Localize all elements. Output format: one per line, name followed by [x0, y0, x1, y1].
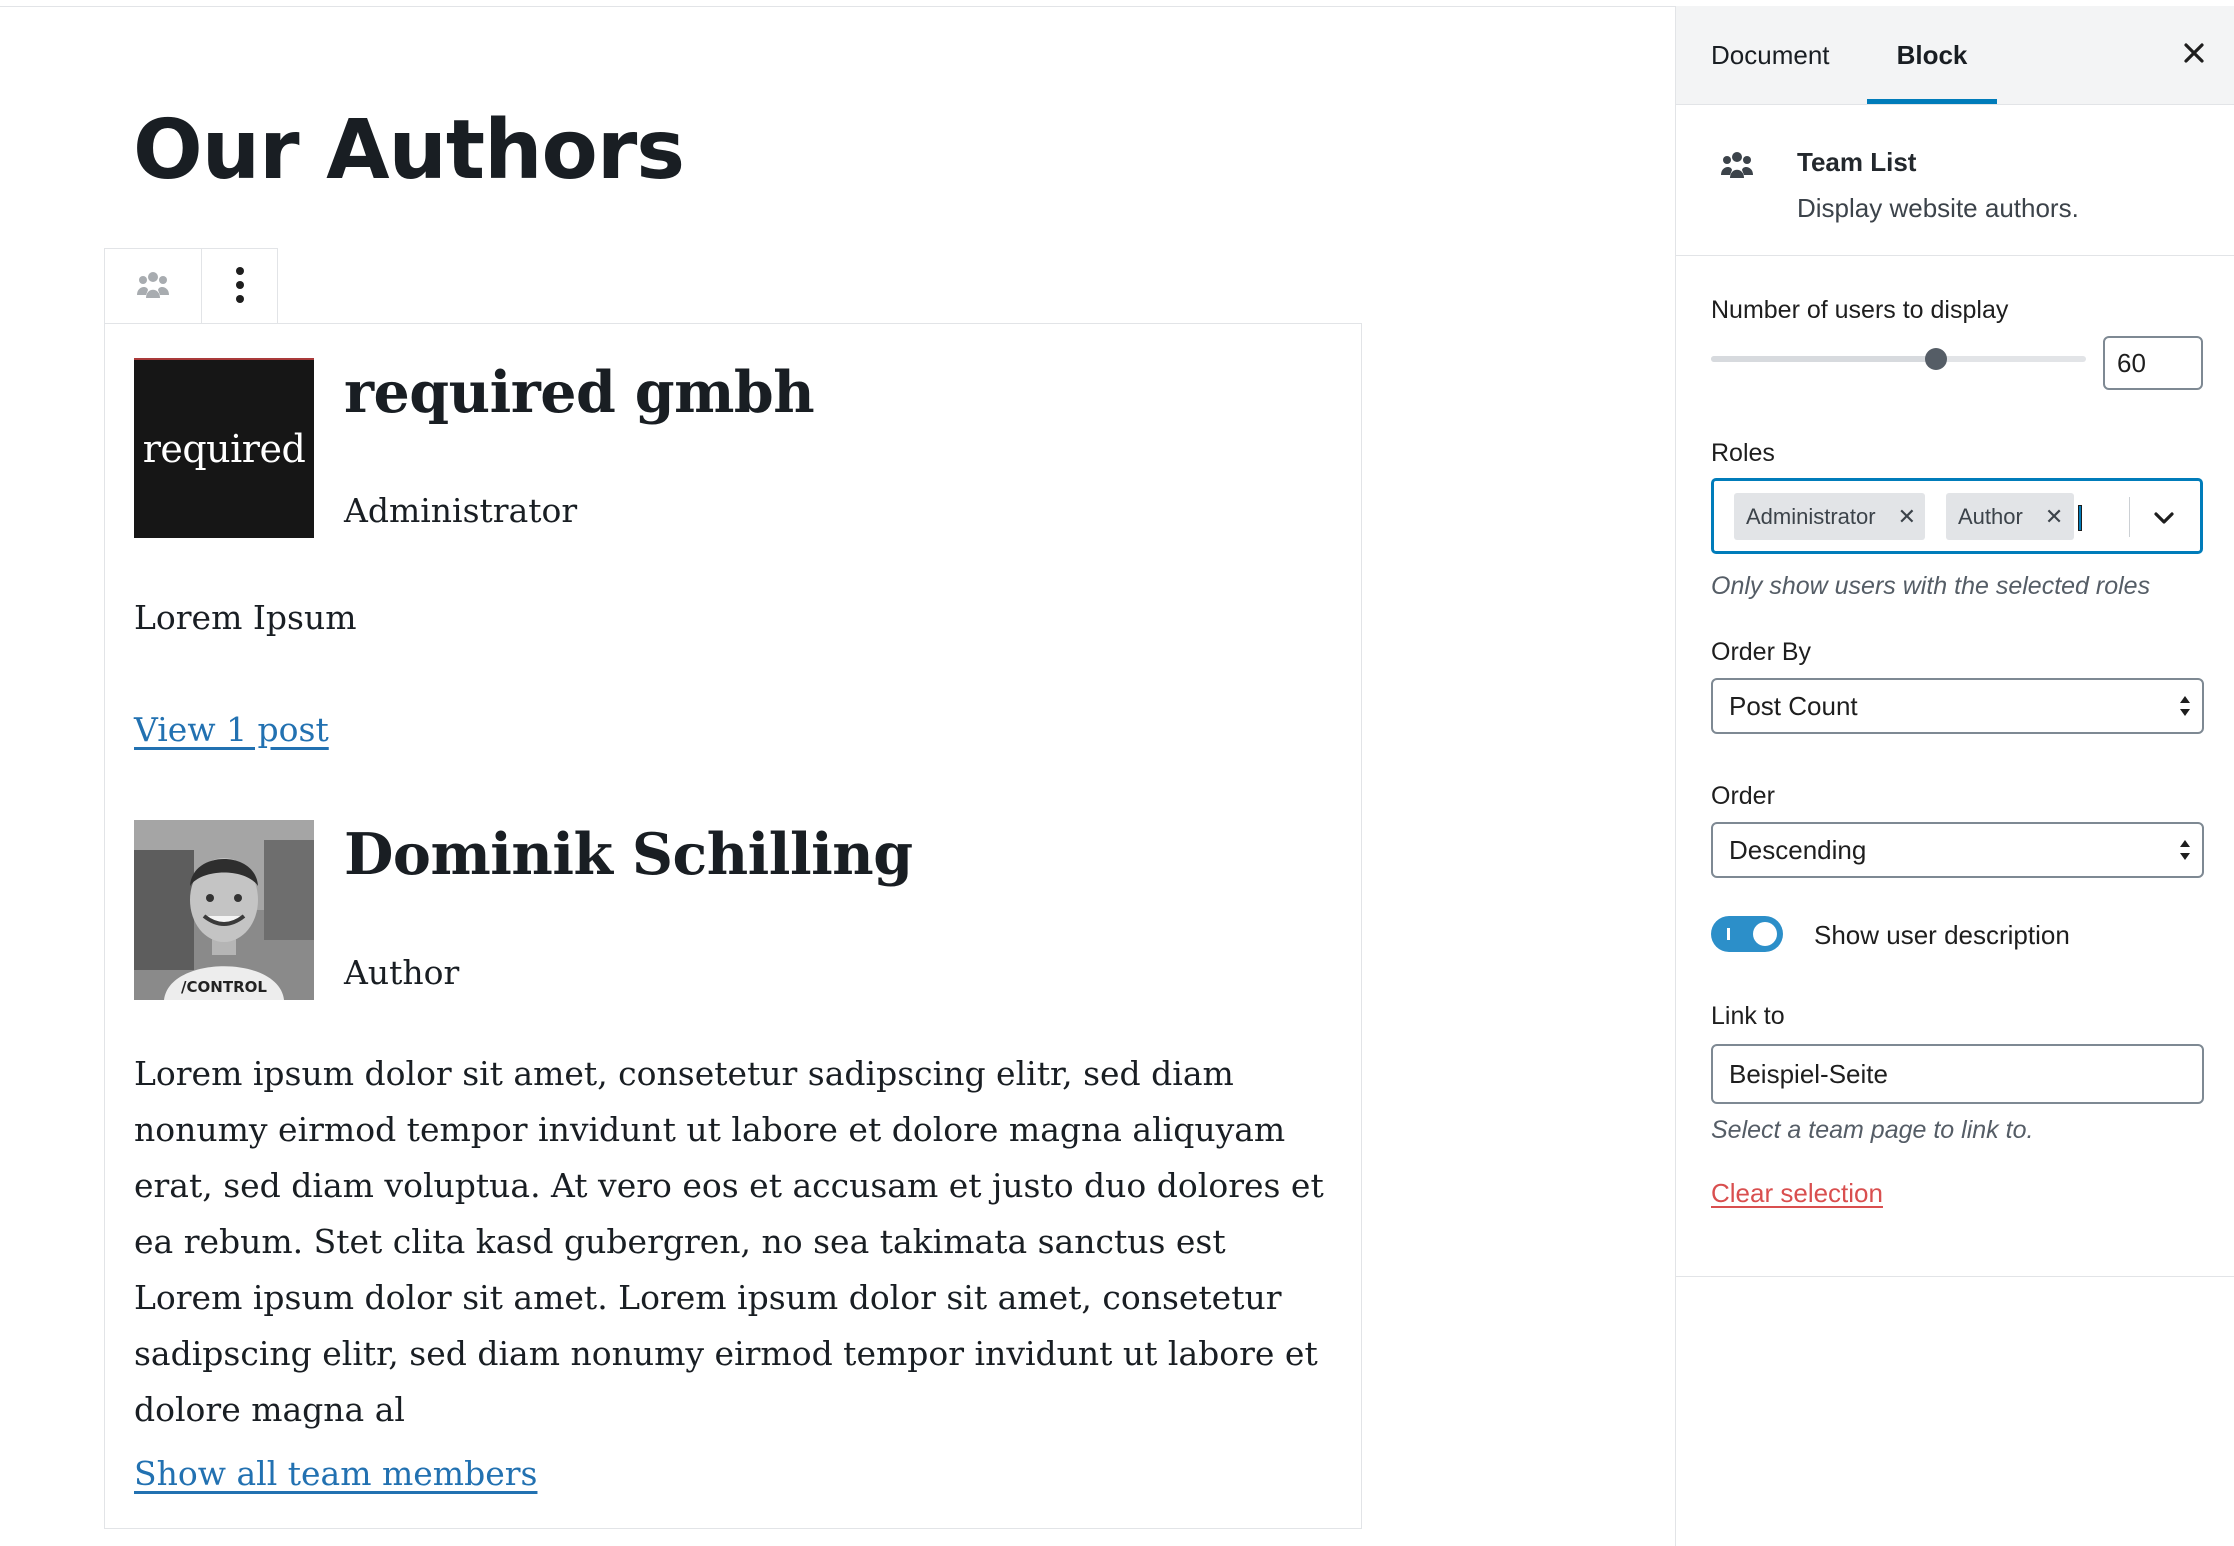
link-to-label: Link to [1711, 1002, 1785, 1030]
order-label: Order [1711, 782, 1775, 810]
clear-selection-link[interactable]: Clear selection [1711, 1178, 1883, 1209]
tab-document[interactable]: Document [1711, 6, 1830, 104]
order-value: Descending [1729, 835, 1867, 865]
roles-token-field[interactable]: Administrator ✕ Author ✕ [1711, 478, 2203, 554]
number-of-users-label: Number of users to display [1711, 296, 2009, 324]
more-vertical-icon [235, 265, 245, 310]
number-of-users-input[interactable]: 60 [2103, 336, 2203, 390]
role-token-label: Administrator [1746, 503, 1876, 529]
page-title[interactable]: Our Authors [133, 96, 685, 206]
link-to-input[interactable]: Beispiel-Seite [1711, 1044, 2204, 1104]
member-name: required gmbh [344, 359, 815, 426]
role-token: Author ✕ [1946, 493, 2074, 540]
team-icon [1720, 150, 1754, 185]
view-posts-link[interactable]: View 1 post [134, 710, 329, 749]
link-to-help-text: Select a team page to link to. [1711, 1116, 2034, 1144]
role-token: Administrator ✕ [1734, 493, 1925, 540]
show-description-toggle[interactable] [1711, 916, 1783, 952]
avatar: required [134, 358, 314, 538]
token-remove-icon[interactable]: ✕ [2045, 504, 2063, 530]
order-by-value: Post Count [1729, 691, 1858, 721]
member-description: Lorem ipsum dolor sit amet, consetetur s… [134, 1054, 1324, 1429]
more-options-button[interactable] [202, 249, 277, 325]
text-caret [2078, 505, 2082, 531]
roles-label: Roles [1711, 439, 1775, 467]
token-remove-icon[interactable]: ✕ [1898, 504, 1916, 530]
block-card: Team List Display website authors. [1676, 105, 2234, 256]
team-list-block[interactable]: required required gmbh Administrator Lor… [104, 323, 1362, 1529]
tab-block[interactable]: Block [1867, 6, 1997, 104]
avatar: /CONTROL [134, 820, 314, 1000]
slider-handle[interactable] [1925, 348, 1947, 370]
chevron-down-icon[interactable] [2151, 505, 2177, 536]
token-divider [2129, 497, 2130, 537]
shirt-text: /CONTROL [181, 978, 267, 996]
member-description: Lorem Ipsum [134, 598, 357, 637]
role-token-label: Author [1958, 503, 2023, 529]
block-settings-panel: Number of users to display 60 Roles Admi… [1676, 256, 2234, 1277]
order-by-select[interactable]: Post Count [1711, 678, 2204, 734]
member-role: Administrator [344, 491, 578, 530]
settings-sidebar: Document Block Team List Display website [1675, 6, 2234, 1546]
toggle-knob [1753, 922, 1777, 946]
show-all-team-members-link[interactable]: Show all team members [134, 1454, 537, 1493]
avatar-photo-image: /CONTROL [134, 820, 314, 1000]
block-card-title: Team List [1797, 147, 1917, 177]
block-switcher-button[interactable] [105, 249, 202, 325]
roles-help-text: Only show users with the selected roles [1711, 572, 2151, 600]
order-select[interactable]: Descending [1711, 822, 2204, 878]
select-arrows-icon [2180, 696, 2190, 716]
member-name: Dominik Schilling [344, 821, 913, 888]
block-toolbar [104, 248, 278, 325]
team-icon [136, 270, 170, 305]
block-card-description: Display website authors. [1797, 193, 2079, 223]
toggle-on-indicator [1727, 928, 1730, 940]
avatar-logo-text: required [142, 427, 306, 471]
slider-fill [1711, 356, 1936, 362]
show-description-label[interactable]: Show user description [1814, 920, 2070, 951]
editor-canvas: Our Authors required required gmbh Admin… [0, 6, 1675, 1546]
close-icon [2183, 42, 2205, 69]
number-of-users-slider[interactable] [1711, 348, 2086, 370]
order-by-label: Order By [1711, 638, 1812, 666]
member-role: Author [344, 953, 460, 992]
sidebar-tabs: Document Block [1676, 6, 2234, 105]
select-arrows-icon [2180, 840, 2190, 860]
close-sidebar-button[interactable] [2176, 37, 2212, 73]
